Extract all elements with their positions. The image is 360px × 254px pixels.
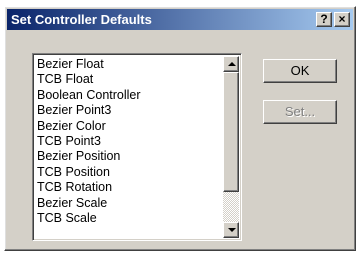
list-item[interactable]: Bezier Point3 bbox=[36, 103, 222, 118]
list-item[interactable]: Boolean Controller bbox=[36, 88, 222, 103]
list-item[interactable]: TCB Point3 bbox=[36, 134, 222, 149]
list-item[interactable]: TCB Position bbox=[36, 165, 222, 180]
scroll-thumb[interactable] bbox=[223, 72, 239, 192]
list-item[interactable]: Bezier Color bbox=[36, 119, 222, 134]
controller-list[interactable]: Bezier Float TCB Float Boolean Controlle… bbox=[32, 53, 242, 241]
set-controller-defaults-dialog: Set Controller Defaults ? × Bezier Float… bbox=[4, 6, 356, 251]
help-button[interactable]: ? bbox=[316, 12, 332, 27]
set-button[interactable]: Set... bbox=[263, 100, 337, 124]
controller-list-items: Bezier Float TCB Float Boolean Controlle… bbox=[36, 57, 222, 226]
title-bar[interactable]: Set Controller Defaults ? × bbox=[7, 9, 353, 30]
scroll-up-button[interactable] bbox=[223, 56, 239, 72]
arrow-up-icon bbox=[228, 62, 236, 66]
list-item[interactable]: TCB Rotation bbox=[36, 180, 222, 195]
list-item[interactable]: Bezier Float bbox=[36, 57, 222, 72]
arrow-down-icon bbox=[228, 228, 236, 232]
list-scrollbar[interactable] bbox=[223, 56, 239, 238]
list-item[interactable]: Bezier Position bbox=[36, 149, 222, 164]
list-item[interactable]: Bezier Scale bbox=[36, 196, 222, 211]
list-item[interactable]: TCB Float bbox=[36, 72, 222, 87]
list-item[interactable]: TCB Scale bbox=[36, 211, 222, 226]
scroll-down-button[interactable] bbox=[223, 222, 239, 238]
ok-button[interactable]: OK bbox=[263, 59, 337, 83]
close-button[interactable]: × bbox=[334, 12, 350, 27]
dialog-title: Set Controller Defaults bbox=[11, 12, 152, 27]
